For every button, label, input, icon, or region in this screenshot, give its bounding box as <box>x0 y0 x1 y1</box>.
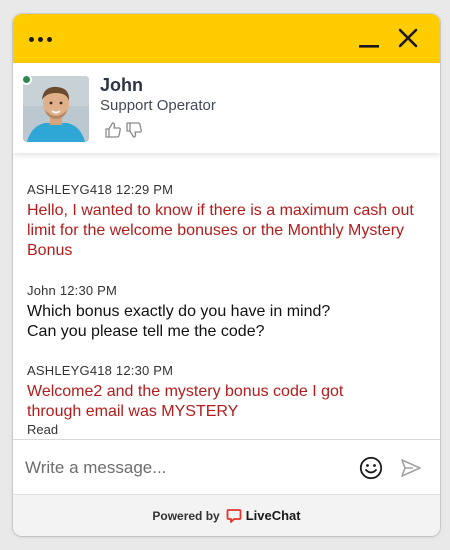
send-icon <box>401 459 421 477</box>
message-composer <box>13 439 440 494</box>
title-bar <box>13 14 440 63</box>
livechat-brand-link[interactable]: LiveChat <box>246 508 301 523</box>
message: ASHLEYG418 12:30 PM Welcome2 and the mys… <box>27 363 427 437</box>
agent-card: John Support Operator <box>13 63 440 153</box>
message-meta: John 12:30 PM <box>27 283 427 298</box>
message-time: 12:30 PM <box>59 283 118 298</box>
message-author: John <box>27 283 56 298</box>
powered-by-label: Powered by <box>152 508 220 523</box>
message-time: 12:29 PM <box>115 182 174 197</box>
thumbs-down-icon <box>126 122 142 138</box>
agent-avatar-wrapper <box>21 74 89 142</box>
message-author: ASHLEYG418 <box>27 182 113 197</box>
message-read-status: Read <box>27 422 59 437</box>
rate-up-button[interactable] <box>104 121 122 139</box>
message-text: Which bonus exactly do you have in mind?… <box>27 303 331 340</box>
message: John 12:30 PM Which bonus exactly do you… <box>27 283 427 342</box>
message-meta: ASHLEYG418 12:30 PM <box>27 363 427 378</box>
agent-name: John <box>100 75 143 95</box>
message-text: Hello, I wanted to know if there is a ma… <box>27 202 414 259</box>
online-status-indicator <box>21 74 32 85</box>
message-time: 12:30 PM <box>115 363 174 378</box>
message: ASHLEYG418 12:29 PM Hello, I wanted to k… <box>27 182 427 261</box>
powered-by-footer: Powered by LiveChat <box>13 494 440 536</box>
message-author: ASHLEYG418 <box>27 363 113 378</box>
agent-role: Support Operator <box>100 97 216 114</box>
send-button[interactable] <box>399 456 423 480</box>
emoji-icon <box>359 456 383 480</box>
message-input[interactable] <box>25 454 345 482</box>
thumbs-up-icon <box>105 122 121 138</box>
minimize-button[interactable] <box>354 26 384 52</box>
close-icon <box>398 28 418 48</box>
message-list: ASHLEYG418 12:29 PM Hello, I wanted to k… <box>13 153 440 439</box>
minimize-icon <box>359 45 379 48</box>
rate-down-button[interactable] <box>125 121 143 139</box>
more-horizontal-icon[interactable] <box>29 28 65 50</box>
message-meta: ASHLEYG418 12:29 PM <box>27 182 427 197</box>
close-button[interactable] <box>393 26 423 52</box>
emoji-button[interactable] <box>359 456 383 480</box>
livechat-logo-icon[interactable] <box>226 508 242 524</box>
chat-window: John Support Operator ASHLEYG418 12:29 P… <box>13 14 440 536</box>
message-text: Welcome2 and the mystery bonus code I go… <box>27 383 344 420</box>
avatar <box>23 76 89 142</box>
